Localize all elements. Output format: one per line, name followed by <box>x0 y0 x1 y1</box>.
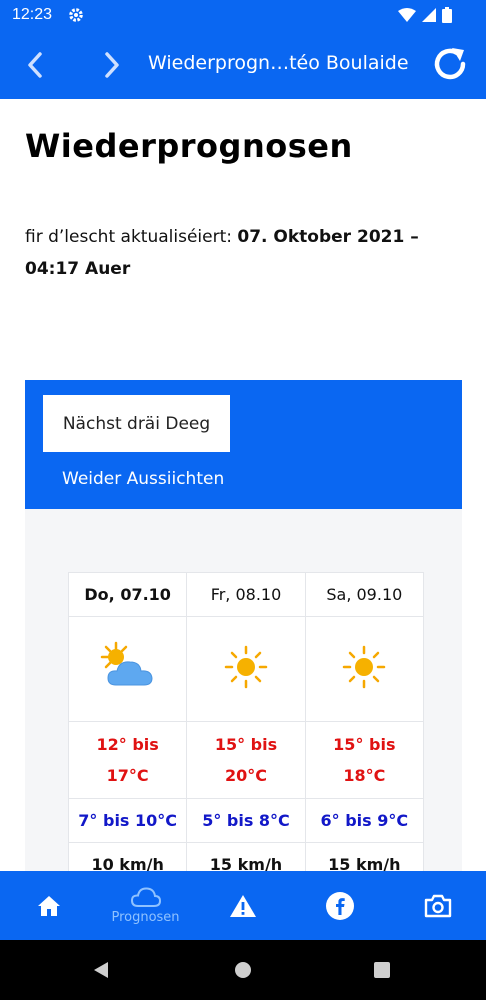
temp-range-end: 17°C <box>106 766 149 785</box>
system-home-icon[interactable] <box>234 961 252 979</box>
system-recents-icon[interactable] <box>374 962 390 978</box>
cloud-icon <box>130 887 161 907</box>
bottom-navigation: Prognosen <box>0 871 486 940</box>
nav-prognosen-label: Prognosen <box>111 910 180 925</box>
sun-icon <box>224 645 268 689</box>
temp-range-start: 15° bis <box>214 735 278 754</box>
home-icon <box>37 895 60 916</box>
status-icons <box>398 7 452 27</box>
page-title: Wiederprognosen <box>25 127 353 165</box>
temp-range-start: 12° bis <box>96 735 159 754</box>
wifi-icon <box>398 8 416 26</box>
air-temperature: 12° bis 17°C <box>67 721 188 799</box>
system-navigation-bar <box>0 940 486 1000</box>
forecast-area: Do, 07.10 Fr, 08.10 Sa, 09.10 12° bis 17… <box>25 509 462 871</box>
water-temperature: 6° bis 9°C <box>304 798 425 843</box>
weather-icon-cell <box>304 616 425 722</box>
water-temperature: 7° bis 10°C <box>67 798 188 843</box>
forecast-water-row: 7° bis 10°C 5° bis 8°C 6° bis 9°C <box>67 798 425 843</box>
nav-warnings[interactable] <box>194 871 291 940</box>
chevron-right-icon <box>105 52 119 78</box>
system-back-icon[interactable] <box>92 961 110 979</box>
sun-icon <box>343 645 386 689</box>
forecast-icons-row <box>67 616 425 722</box>
forecast-table: Do, 07.10 Fr, 08.10 Sa, 09.10 12° bis 17… <box>67 572 425 871</box>
day-label: Sa, 09.10 <box>304 572 425 617</box>
wind-speed: 15 km/h <box>186 842 306 871</box>
sun-cloud-icon <box>100 641 153 686</box>
air-temperature: 15° bis 18°C <box>304 721 425 799</box>
status-time: 12:23 <box>12 6 53 23</box>
facebook-icon <box>325 891 354 920</box>
refresh-icon <box>434 48 466 80</box>
nav-home[interactable] <box>0 871 97 940</box>
app-bar-title: Wiederprogn…téo Boulaide <box>148 52 409 74</box>
temp-range-start: 15° bis <box>333 735 396 754</box>
forward-arrow-button[interactable] <box>97 49 127 81</box>
last-updated: fir d’lescht aktualiséiert: 07. Oktober … <box>25 221 465 285</box>
weather-icon-cell <box>67 616 188 722</box>
tab-further-outlook[interactable]: Weider Aussiichten <box>62 469 224 489</box>
nav-prognosen[interactable]: Prognosen <box>97 871 194 940</box>
settings-gear-icon <box>68 7 84 27</box>
nav-camera[interactable] <box>389 871 486 940</box>
forecast-temp-row: 12° bis 17°C 15° bis 20°C 15° bis 18°C <box>67 721 425 799</box>
temp-range-end: 18°C <box>343 766 386 785</box>
nav-facebook[interactable] <box>291 871 388 940</box>
camera-icon <box>424 894 451 917</box>
signal-icon <box>422 8 436 26</box>
refresh-button[interactable] <box>430 44 470 88</box>
weather-icon-cell <box>186 616 306 722</box>
tab-next-three-days[interactable]: Nächst dräi Deeg <box>43 395 230 452</box>
air-temperature: 15° bis 20°C <box>186 721 306 799</box>
day-label: Fr, 08.10 <box>186 572 306 617</box>
forecast-tabs: Nächst dräi Deeg Weider Aussiichten <box>25 380 462 509</box>
app-bar: Wiederprogn…téo Boulaide <box>0 32 486 99</box>
back-arrow-button[interactable] <box>20 49 50 81</box>
status-bar: 12:23 <box>0 0 486 32</box>
day-label: Do, 07.10 <box>67 572 188 617</box>
last-updated-label: fir d’lescht aktualiséiert: <box>25 227 238 247</box>
battery-icon <box>442 7 452 27</box>
main-content: Wiederprognosen fir d’lescht aktualiséie… <box>0 99 486 871</box>
temp-range-end: 20°C <box>224 766 267 785</box>
warning-icon <box>229 894 256 917</box>
wind-speed: 15 km/h <box>304 842 425 871</box>
forecast-wind-row: 10 km/h 15 km/h 15 km/h <box>67 842 425 871</box>
forecast-days-row: Do, 07.10 Fr, 08.10 Sa, 09.10 <box>67 572 425 617</box>
chevron-left-icon <box>28 52 42 78</box>
wind-speed: 10 km/h <box>67 842 188 871</box>
water-temperature: 5° bis 8°C <box>186 798 306 843</box>
